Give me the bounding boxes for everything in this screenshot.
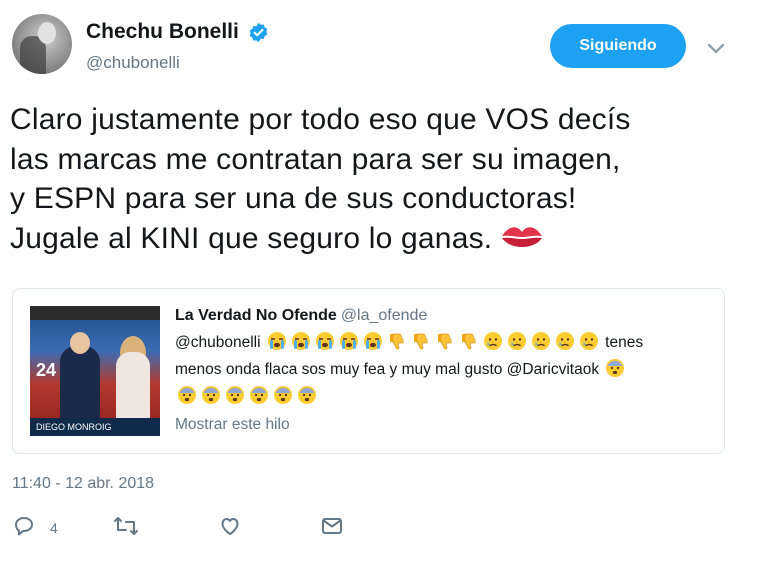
thumbs-down-icon: [410, 331, 432, 358]
message-button[interactable]: [320, 514, 344, 538]
quoted-tweet-thumbnail[interactable]: 24 DIEGO MONROIG: [30, 306, 160, 436]
author-block[interactable]: Chechu Bonelli @chubonelli: [86, 20, 269, 73]
crying-face-icon: [578, 331, 600, 358]
quoted-tweet-header: La Verdad No Ofende @la_ofende: [175, 307, 720, 325]
quoted-author-handle[interactable]: @la_ofende: [341, 307, 428, 324]
thumbnail-man-head: [70, 332, 90, 354]
avatar[interactable]: [12, 14, 72, 74]
verified-badge-icon: [248, 22, 269, 43]
quoted-line-2: menos onda flaca sos muy fea y muy mal g…: [175, 361, 600, 378]
thumbnail-top-band: [30, 306, 160, 320]
reply-icon: [15, 517, 33, 536]
tweet-line-4-text: Jugale al KINI que seguro lo ganas.: [10, 221, 493, 255]
fearful-face-icon: [200, 385, 222, 412]
crying-face-icon: [482, 331, 504, 358]
chevron-down-icon[interactable]: [704, 40, 728, 58]
loudly-crying-face-icon: [266, 331, 288, 358]
avatar-face: [38, 22, 56, 44]
tweet-timestamp[interactable]: 11:40 - 12 abr. 2018: [12, 475, 154, 493]
crying-face-icon: [530, 331, 552, 358]
show-thread-link[interactable]: Mostrar este hilo: [175, 416, 720, 434]
retweet-button[interactable]: [112, 514, 140, 538]
crying-face-icon: [506, 331, 528, 358]
author-display-name[interactable]: Chechu Bonelli: [86, 20, 239, 44]
quoted-tweet-text: @chubonelli tenes menos onda flaca sos m…: [175, 331, 720, 412]
emoji-row: [265, 332, 601, 351]
like-button[interactable]: [218, 514, 242, 538]
fearful-face-icon: [296, 385, 318, 412]
tweet-line-2: las marcas me contratan para ser su imag…: [10, 142, 621, 176]
crying-face-icon: [554, 331, 576, 358]
fearful-face-icon: [604, 358, 626, 385]
thumbs-down-icon: [458, 331, 480, 358]
quoted-text-tail: tenes: [605, 334, 644, 351]
author-handle[interactable]: @chubonelli: [86, 53, 269, 73]
kiss-mark-icon: [500, 222, 544, 263]
loudly-crying-face-icon: [290, 331, 312, 358]
thumbnail-jersey-number: 24: [36, 360, 57, 380]
thumbnail-ticker: DIEGO MONROIG: [30, 418, 160, 436]
fearful-face-icon: [248, 385, 270, 412]
tweet-line-1: Claro justamente por todo eso que VOS de…: [10, 103, 631, 136]
thumbs-down-icon: [386, 331, 408, 358]
tweet-line-3: y ESPN para ser una de sus conductoras!: [10, 182, 577, 215]
quoted-tweet-body: La Verdad No Ofende @la_ofende @chubonell…: [175, 307, 720, 434]
quoted-author-name[interactable]: La Verdad No Ofende: [175, 307, 337, 324]
emoji-row-2: [175, 386, 319, 405]
tweet-header: Chechu Bonelli @chubonelli Siguiendo: [12, 14, 757, 78]
loudly-crying-face-icon: [362, 331, 384, 358]
following-button[interactable]: Siguiendo: [550, 24, 686, 68]
quoted-mention[interactable]: @chubonelli: [175, 334, 261, 351]
loudly-crying-face-icon: [314, 331, 336, 358]
fearful-face-icon: [272, 385, 294, 412]
fearful-face-icon: [224, 385, 246, 412]
reply-button[interactable]: [12, 514, 36, 538]
tweet-text: Claro justamente por todo eso que VOS de…: [10, 100, 750, 262]
tweet-line-4: Jugale al KINI que seguro lo ganas.: [10, 219, 750, 263]
reply-count: 4: [50, 520, 58, 536]
heart-icon: [221, 518, 239, 535]
envelope-icon: [322, 518, 342, 534]
quoted-tweet-card[interactable]: 24 DIEGO MONROIG La Verdad No Ofende @la_…: [12, 288, 725, 454]
loudly-crying-face-icon: [338, 331, 360, 358]
thumbs-down-icon: [434, 331, 456, 358]
retweet-icon: [114, 517, 138, 535]
fearful-face-icon: [176, 385, 198, 412]
